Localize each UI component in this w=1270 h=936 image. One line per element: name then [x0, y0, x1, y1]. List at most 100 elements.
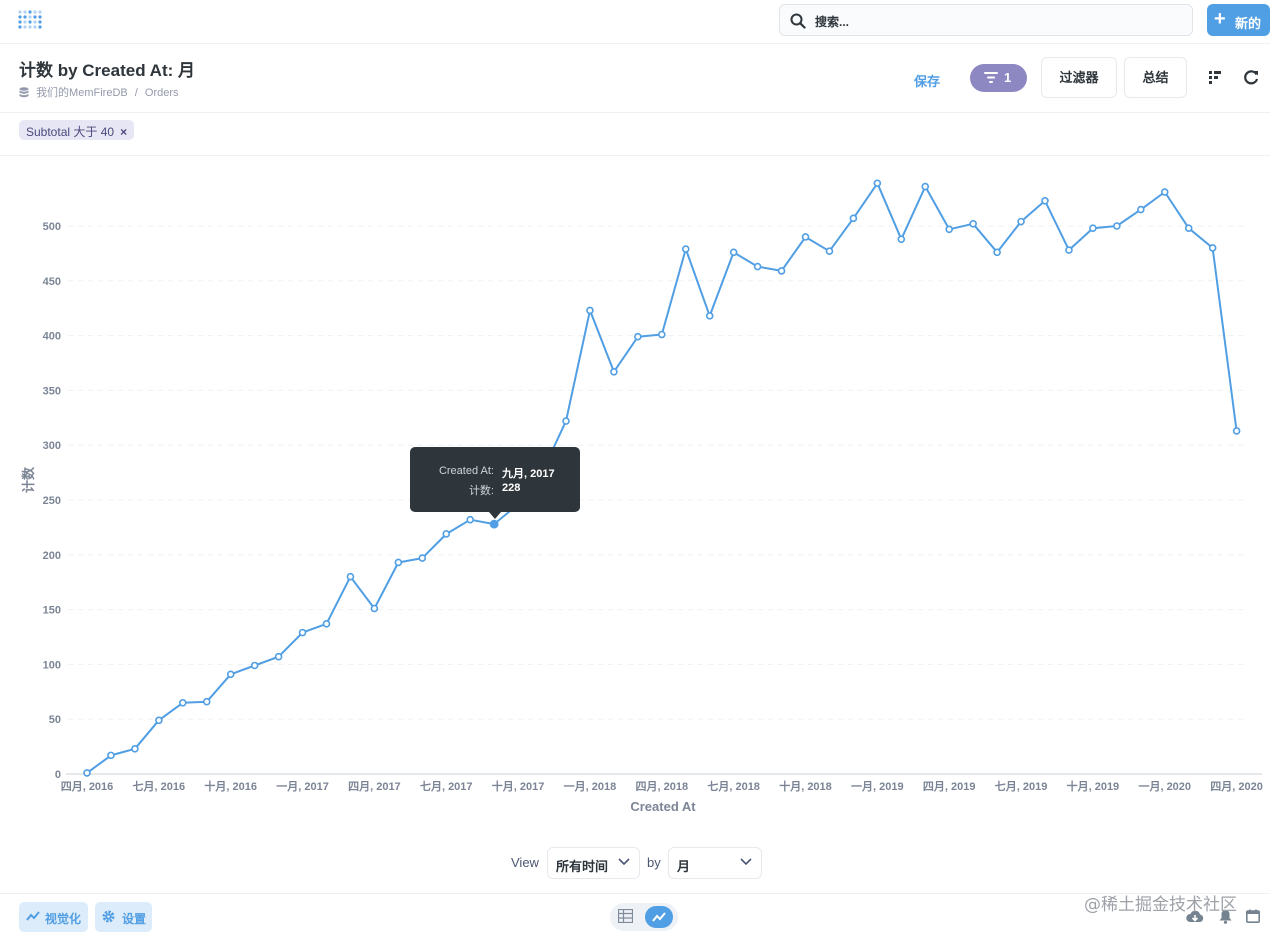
chevron-down-icon [618, 858, 630, 866]
period-select[interactable]: 所有时间 [547, 847, 640, 879]
filter-icon [984, 72, 998, 83]
data-point [322, 620, 331, 628]
tooltip-key-count: 计数: [468, 485, 494, 497]
metabase-logo-icon[interactable] [17, 8, 43, 34]
data-point [634, 332, 642, 341]
filter-button[interactable]: 过滤器 [1041, 57, 1117, 98]
x-tick-label: 一月, 2017 [276, 780, 329, 793]
data-point [1208, 244, 1217, 252]
gear-icon [102, 910, 115, 923]
table-icon[interactable] [618, 909, 633, 923]
data-point [226, 670, 235, 679]
x-axis-title: Created At [630, 799, 696, 814]
query-builder-icon[interactable] [1209, 71, 1223, 84]
x-tick-label: 一月, 2018 [564, 780, 617, 793]
x-tick-label: 四月, 2019 [923, 780, 976, 793]
data-point [945, 225, 954, 234]
unit-select-value: 月 [677, 859, 691, 874]
data-point [131, 744, 139, 753]
data-point [586, 306, 594, 315]
data-point [179, 698, 187, 707]
data-point [346, 572, 355, 581]
period-select-value: 所有时间 [556, 859, 609, 874]
visualize-button[interactable]: 视觉化 [19, 902, 88, 932]
page-title: 计数 by Created At: 月 [19, 61, 196, 80]
chart-view-toggle[interactable] [645, 906, 673, 928]
question-header: 计数 by Created At: 月 我们的MemFireDB / Order… [0, 44, 1270, 113]
database-icon [19, 87, 29, 98]
line-chart-icon [26, 911, 40, 921]
y-tick-label: 0 [55, 769, 61, 781]
data-point [849, 214, 858, 223]
x-tick-label: 四月, 2018 [636, 780, 689, 793]
view-toggle[interactable] [610, 903, 678, 931]
data-point [1137, 205, 1145, 214]
data-point [442, 530, 451, 538]
summarize-button[interactable]: 总结 [1124, 57, 1187, 98]
remove-filter-icon[interactable]: × [120, 125, 127, 139]
x-tick-label: 四月, 2016 [61, 780, 114, 793]
x-tick-label: 七月, 2017 [420, 779, 473, 793]
search-input[interactable]: 搜索... [815, 13, 849, 30]
data-point [705, 312, 714, 320]
data-point [418, 554, 427, 562]
series-line [86, 182, 1238, 774]
data-point [610, 367, 618, 376]
view-label: View [511, 855, 539, 870]
data-point [1017, 217, 1025, 226]
x-tick-label: 十月, 2016 [204, 779, 257, 793]
data-point [1113, 222, 1121, 230]
x-tick-label: 七月, 2016 [133, 779, 186, 793]
x-tick-label: 七月, 2019 [995, 779, 1048, 793]
tooltip-arrow [489, 512, 501, 519]
save-button[interactable]: 保存 [914, 71, 940, 90]
chart-tooltip: Created At: 九月, 2017 计数: 228 [410, 447, 580, 519]
new-button-label: 新的 [1235, 16, 1262, 31]
data-point [1160, 188, 1169, 196]
data-point [753, 262, 762, 271]
data-point [681, 245, 690, 253]
y-tick-label: 300 [43, 440, 61, 452]
top-nav-bar: 搜索... + 新的 [0, 0, 1270, 44]
filter-chip[interactable]: Subtotal 大于 40 × [19, 120, 135, 140]
watermark: @稀土掘金技术社区 [1084, 895, 1237, 915]
data-point [155, 716, 163, 725]
footer-bar: 视觉化 设置 [0, 893, 1270, 936]
x-tick-label: 一月, 2019 [851, 780, 904, 793]
search-bar[interactable]: 搜索... [779, 4, 1193, 36]
line-chart: 0 50 100 150 200 250 300 350 400 450 500 四月, 2016 七月… [21, 179, 1263, 814]
y-tick-label: 200 [43, 550, 61, 562]
x-tick-label: 四月, 2020 [1210, 780, 1263, 793]
x-tick-label: 七月, 2018 [707, 779, 760, 793]
data-point [921, 182, 930, 191]
filter-count-pill[interactable]: 1 [970, 64, 1027, 92]
x-tick-label: 四月, 2017 [348, 780, 401, 793]
y-tick-label: 150 [43, 605, 61, 617]
new-button[interactable]: + 新的 [1207, 4, 1270, 36]
by-label: by [647, 855, 661, 870]
data-point [83, 769, 91, 777]
data-point [1041, 196, 1049, 205]
data-point [825, 247, 834, 256]
data-point [969, 220, 977, 228]
y-tick-label: 50 [49, 714, 61, 726]
data-point [489, 519, 499, 529]
filter-chip-label: Subtotal 大于 40 [26, 125, 115, 139]
refresh-icon[interactable] [1244, 70, 1259, 85]
data-point [801, 233, 810, 241]
tooltip-value-date: 九月, 2017 [502, 468, 555, 480]
data-point [466, 515, 475, 524]
data-point [1184, 224, 1193, 232]
breadcrumb-table[interactable]: Orders [145, 87, 179, 99]
data-point [873, 179, 882, 188]
breadcrumb-database[interactable]: 我们的MemFireDB [36, 87, 128, 99]
y-tick-label: 450 [43, 276, 61, 288]
y-tick-label: 350 [43, 385, 61, 397]
data-point [1232, 427, 1241, 435]
unit-select[interactable]: 月 [668, 847, 762, 879]
data-point [370, 604, 379, 613]
search-icon [790, 13, 806, 29]
x-tick-label: 十月, 2017 [492, 779, 545, 793]
calendar-icon[interactable] [1246, 909, 1260, 923]
settings-button[interactable]: 设置 [95, 902, 152, 932]
